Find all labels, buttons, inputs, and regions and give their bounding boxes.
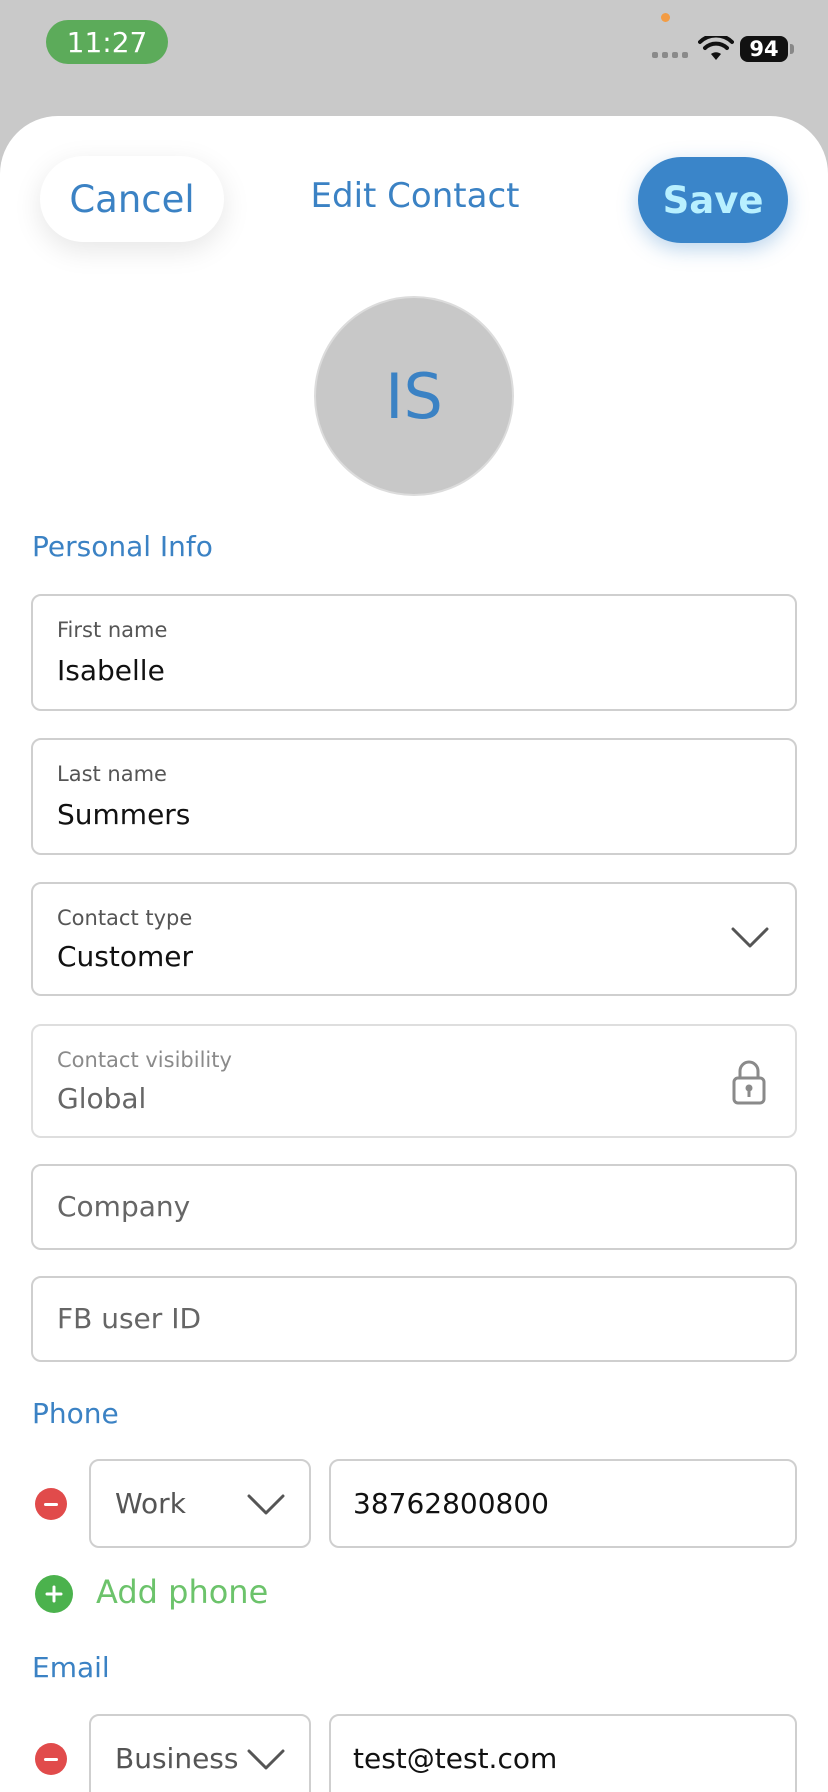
contact-type-value: Customer [57,940,194,973]
lock-icon [732,1060,766,1105]
chevron-down-icon [247,1749,285,1770]
add-phone-icon[interactable] [35,1575,73,1613]
email-type-select[interactable]: Business [89,1714,311,1792]
contact-type-select[interactable]: Contact type Customer [31,882,797,996]
fb-user-id-input[interactable]: FB user ID [31,1276,797,1362]
contact-type-label: Contact type [57,906,193,930]
phone-number-input[interactable]: 38762800800 [329,1459,797,1548]
section-label-phone: Phone [32,1397,119,1430]
remove-email-icon[interactable] [35,1743,67,1775]
first-name-field[interactable]: First name Isabelle [31,594,797,711]
wifi-icon [698,36,734,60]
company-placeholder: Company [57,1190,191,1223]
battery-icon: 94 [740,36,788,62]
remove-phone-icon[interactable] [35,1488,67,1520]
phone-type-value: Work [115,1487,186,1520]
mic-indicator-dot [661,13,670,22]
page-title: Edit Contact [310,176,520,216]
cellular-signal-icon [652,52,688,58]
company-input[interactable]: Company [31,1164,797,1250]
phone-type-select[interactable]: Work [89,1459,311,1548]
chevron-down-icon [731,927,769,948]
last-name-field[interactable]: Last name Summers [31,738,797,855]
first-name-value: Isabelle [57,654,165,687]
avatar[interactable]: IS [314,296,514,496]
cancel-button[interactable]: Cancel [40,156,224,242]
contact-visibility-field: Contact visibility Global [31,1024,797,1138]
status-bar: 11:27 94 [0,0,828,100]
section-label-email: Email [32,1651,110,1684]
fb-user-id-placeholder: FB user ID [57,1302,202,1335]
phone-number-value: 38762800800 [353,1487,549,1520]
contact-visibility-value: Global [57,1082,147,1115]
email-type-value: Business [115,1742,239,1775]
first-name-label: First name [57,618,168,642]
save-button[interactable]: Save [638,157,788,243]
last-name-value: Summers [57,798,191,831]
contact-visibility-label: Contact visibility [57,1048,232,1072]
status-time: 11:27 [46,20,168,64]
add-phone-button[interactable]: Add phone [96,1573,268,1611]
battery-tip [790,44,794,54]
section-label-personal-info: Personal Info [32,530,213,563]
email-address-value: test@test.com [353,1742,558,1775]
email-address-input[interactable]: test@test.com [329,1714,797,1792]
chevron-down-icon [247,1494,285,1515]
last-name-label: Last name [57,762,167,786]
edit-contact-sheet: Cancel Edit Contact Save IS Personal Inf… [0,116,828,1792]
